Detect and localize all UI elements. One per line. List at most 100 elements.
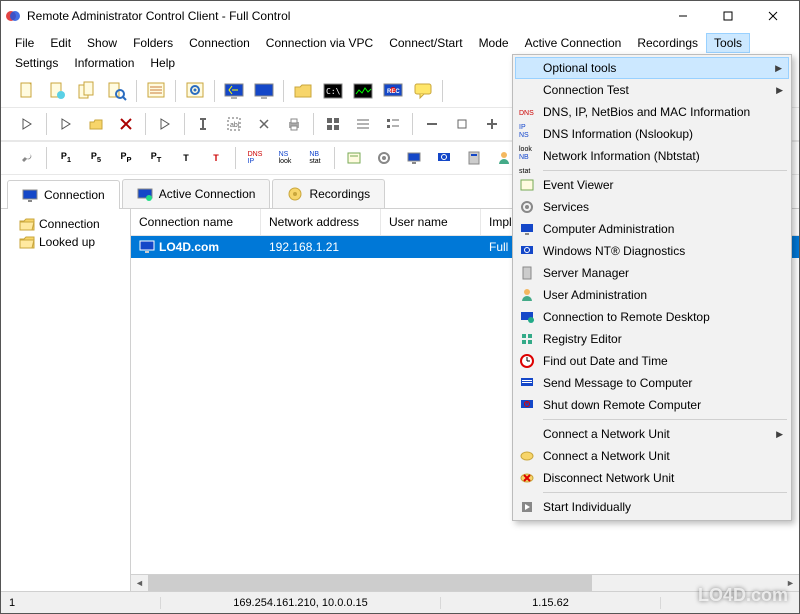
square-icon[interactable] xyxy=(448,110,476,138)
menu-connection-via-vpc[interactable]: Connection via VPC xyxy=(258,33,381,53)
tab-recordings[interactable]: Recordings xyxy=(272,179,385,208)
tab-active-connection[interactable]: Active Connection xyxy=(122,179,271,208)
menu-item-user-administration[interactable]: User Administration xyxy=(515,284,789,306)
t1-icon[interactable]: T xyxy=(172,144,200,172)
detail-icon[interactable] xyxy=(379,110,407,138)
menu-settings[interactable]: Settings xyxy=(7,53,66,73)
cursor-icon[interactable] xyxy=(190,110,218,138)
ns-look-icon: NSlook xyxy=(519,126,535,142)
pp-icon[interactable]: PP xyxy=(112,144,140,172)
evt-icon[interactable] xyxy=(340,144,368,172)
t2-icon[interactable]: T xyxy=(202,144,230,172)
p5-icon[interactable]: P5 xyxy=(82,144,110,172)
menu-item-registry-editor[interactable]: Registry Editor xyxy=(515,328,789,350)
p1-icon[interactable]: P1 xyxy=(52,144,80,172)
menu-item-send-message-to-computer[interactable]: Send Message to Computer xyxy=(515,372,789,394)
tab-connection[interactable]: Connection xyxy=(7,180,120,209)
delete-icon[interactable] xyxy=(112,110,140,138)
tool-list-icon[interactable] xyxy=(142,77,170,105)
tool-scr2-icon[interactable] xyxy=(250,77,278,105)
play3-icon[interactable] xyxy=(151,110,179,138)
menu-tools[interactable]: Tools xyxy=(706,33,750,53)
open-folder-icon[interactable] xyxy=(82,110,110,138)
tree-item-looked-up[interactable]: Looked up xyxy=(5,233,126,251)
menu-mode[interactable]: Mode xyxy=(471,33,517,53)
menu-item-dns-ip-netbios-and-mac-information[interactable]: DNSIPDNS, IP, NetBios and MAC Informatio… xyxy=(515,101,789,123)
tool-new-icon[interactable] xyxy=(13,77,41,105)
menu-item-start-individually[interactable]: Start Individually xyxy=(515,496,789,518)
selall-icon[interactable]: ab| xyxy=(220,110,248,138)
menu-information[interactable]: Information xyxy=(66,53,142,73)
menu-item-network-information-nbtstat-[interactable]: NBstat Network Information (Nbtstat) xyxy=(515,145,789,167)
menu-label: Windows NT® Diagnostics xyxy=(543,244,769,258)
submenu-arrow-icon: ▶ xyxy=(776,85,783,96)
play-icon[interactable] xyxy=(13,110,41,138)
menu-show[interactable]: Show xyxy=(79,33,125,53)
menu-connection[interactable]: Connection xyxy=(181,33,258,53)
menu-label: DNS Information (Nslookup) xyxy=(543,127,769,141)
tool-chat-icon[interactable] xyxy=(409,77,437,105)
nbstat-icon[interactable]: NBstat xyxy=(301,144,329,172)
play2-icon[interactable] xyxy=(52,110,80,138)
tool-scr1-icon[interactable] xyxy=(220,77,248,105)
wrench-icon[interactable] xyxy=(13,144,41,172)
menu-item-shut-down-remote-computer[interactable]: Shut down Remote Computer xyxy=(515,394,789,416)
close2-icon[interactable] xyxy=(250,110,278,138)
menu-item-connection-test[interactable]: Connection Test▶ xyxy=(515,79,789,101)
list1-icon[interactable] xyxy=(349,110,377,138)
tool-gear-icon[interactable] xyxy=(181,77,209,105)
menu-item-disconnect-network-unit[interactable]: Disconnect Network Unit xyxy=(515,467,789,489)
tool-rec-icon[interactable]: REC xyxy=(379,77,407,105)
minimize-button[interactable] xyxy=(660,2,705,30)
scroll-right-icon[interactable]: ► xyxy=(782,575,799,592)
column-header[interactable]: Network address xyxy=(261,209,381,235)
srv-icon[interactable] xyxy=(460,144,488,172)
menu-item-connect-a-network-unit[interactable]: Connect a Network Unit xyxy=(515,445,789,467)
print-icon[interactable] xyxy=(280,110,308,138)
menu-help[interactable]: Help xyxy=(142,53,183,73)
scroll-track[interactable] xyxy=(148,575,782,592)
menu-label: Network Information (Nbtstat) xyxy=(543,149,769,163)
scroll-thumb[interactable] xyxy=(148,575,592,592)
menu-item-connect-a-network-unit[interactable]: Connect a Network Unit▶ xyxy=(515,423,789,445)
pc-icon[interactable] xyxy=(400,144,428,172)
diag-icon[interactable] xyxy=(430,144,458,172)
tool-doc-icon[interactable] xyxy=(43,77,71,105)
menu-edit[interactable]: Edit xyxy=(42,33,79,53)
menu-item-windows-nt-diagnostics[interactable]: Windows NT® Diagnostics xyxy=(515,240,789,262)
menu-item-event-viewer[interactable]: Event Viewer xyxy=(515,174,789,196)
menu-item-server-manager[interactable]: Server Manager xyxy=(515,262,789,284)
menu-item-dns-information-nslookup-[interactable]: NSlook DNS Information (Nslookup) xyxy=(515,123,789,145)
tree-item-connection[interactable]: Connection xyxy=(5,215,126,233)
dns-ip-icon: DNSIP xyxy=(519,104,535,120)
svc-icon[interactable] xyxy=(370,144,398,172)
menu-item-services[interactable]: Services xyxy=(515,196,789,218)
nb-stat-icon: NBstat xyxy=(519,148,535,164)
pt-icon[interactable]: PT xyxy=(142,144,170,172)
menu-folders[interactable]: Folders xyxy=(125,33,181,53)
menu-recordings[interactable]: Recordings xyxy=(629,33,706,53)
tool-folder-icon[interactable] xyxy=(289,77,317,105)
scroll-left-icon[interactable]: ◄ xyxy=(131,575,148,592)
nslook-icon[interactable]: NSlook xyxy=(271,144,299,172)
menu-item-optional-tools[interactable]: Optional tools▶ xyxy=(515,57,789,79)
menu-item-find-out-date-and-time[interactable]: Find out Date and Time xyxy=(515,350,789,372)
minus-icon[interactable] xyxy=(418,110,446,138)
menu-item-connection-to-remote-desktop[interactable]: Connection to Remote Desktop xyxy=(515,306,789,328)
menu-connect/start[interactable]: Connect/Start xyxy=(381,33,470,53)
column-header[interactable]: Connection name xyxy=(131,209,261,235)
menu-item-computer-administration[interactable]: Computer Administration xyxy=(515,218,789,240)
grid1-icon[interactable] xyxy=(319,110,347,138)
maximize-button[interactable] xyxy=(705,2,750,30)
horizontal-scrollbar[interactable]: ◄ ► xyxy=(131,574,799,591)
tool-task-icon[interactable] xyxy=(349,77,377,105)
dnsip-icon[interactable]: DNSIP xyxy=(241,144,269,172)
tool-search-icon[interactable] xyxy=(103,77,131,105)
column-header[interactable]: User name xyxy=(381,209,481,235)
tool-docs-icon[interactable] xyxy=(73,77,101,105)
tool-cmd-icon[interactable]: C:\ xyxy=(319,77,347,105)
menu-active-connection[interactable]: Active Connection xyxy=(517,33,630,53)
close-button[interactable] xyxy=(750,2,795,30)
plus-icon[interactable] xyxy=(478,110,506,138)
menu-file[interactable]: File xyxy=(7,33,42,53)
